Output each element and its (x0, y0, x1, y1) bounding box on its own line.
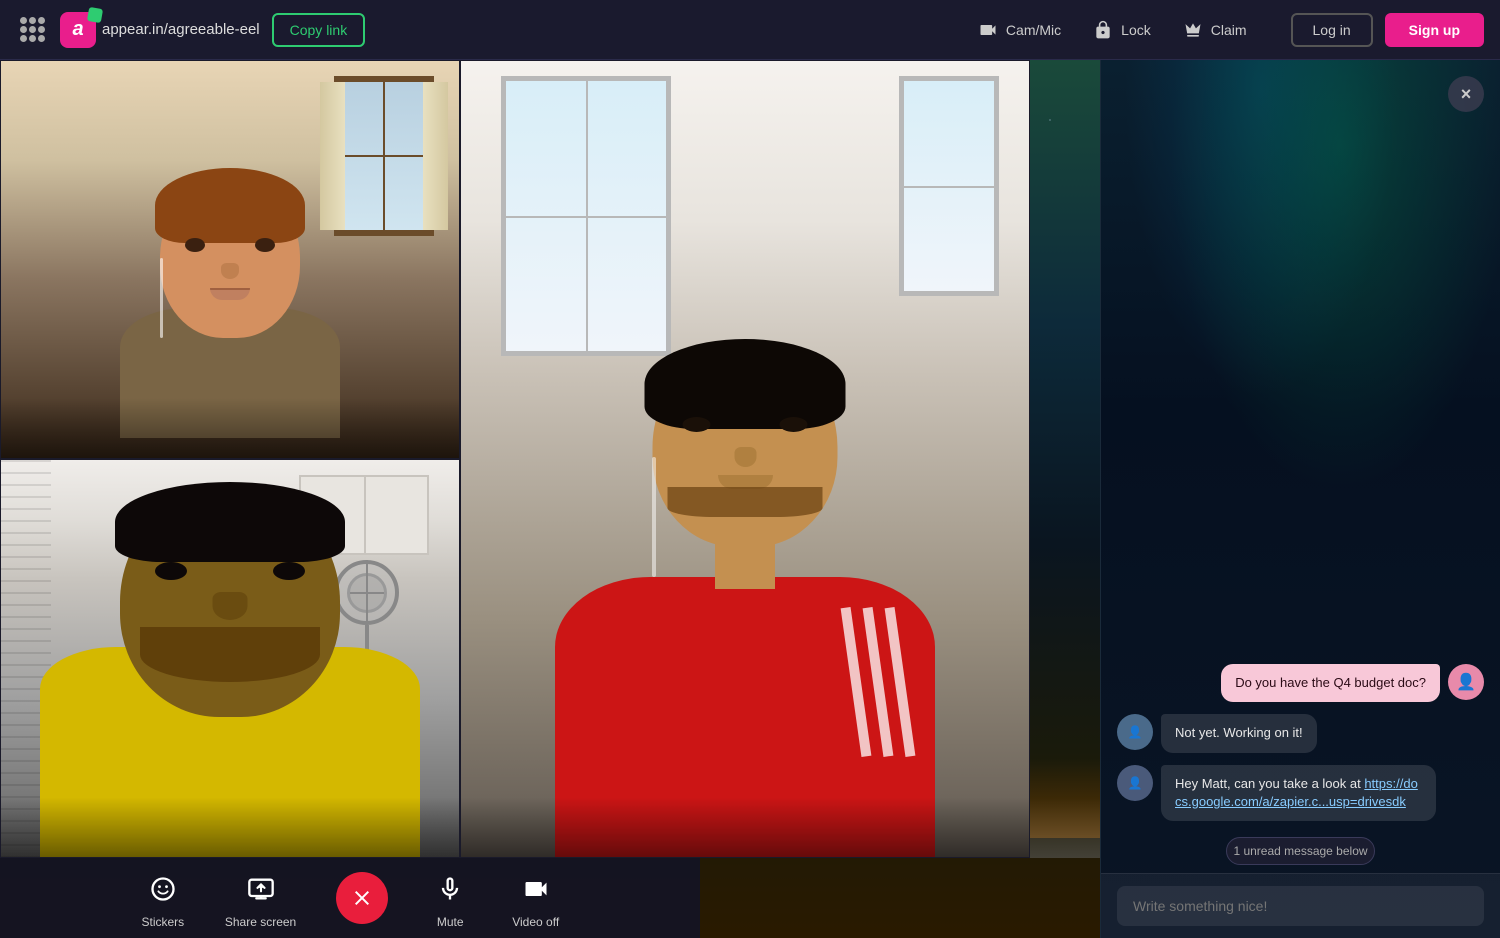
message-bubble-1: Do you have the Q4 budget doc? (1221, 664, 1440, 702)
grid-icon-btn[interactable] (16, 14, 48, 46)
video-area: Stickers Share screen (0, 60, 1100, 938)
message-bubble-3: Hey Matt, can you take a look at https:/… (1161, 765, 1436, 821)
sender-avatar-3: 👤 (1117, 765, 1153, 801)
cam-mic-label: Cam/Mic (1006, 22, 1061, 38)
mute-icon (428, 867, 472, 911)
share-screen-button[interactable]: Share screen (225, 867, 296, 929)
message-bubble-2: Not yet. Working on it! (1161, 714, 1317, 752)
copy-link-button[interactable]: Copy link (272, 13, 366, 47)
mute-button[interactable]: Mute (428, 867, 472, 929)
share-screen-icon (239, 867, 283, 911)
chat-message-1: 👤 Do you have the Q4 budget doc? (1117, 664, 1484, 702)
close-chat-button[interactable]: × (1448, 76, 1484, 112)
close-icon (350, 886, 374, 910)
person1-figure (110, 158, 350, 438)
sender-avatar-2: 👤 (1117, 714, 1153, 750)
login-button[interactable]: Log in (1291, 13, 1373, 47)
claim-action[interactable]: Claim (1183, 20, 1247, 40)
stickers-label: Stickers (142, 915, 185, 929)
sender-avatar-1: 👤 (1448, 664, 1484, 700)
video-cell-person3 (0, 459, 460, 858)
topbar-right: Log in Sign up (1291, 13, 1484, 47)
person2-figure (545, 297, 945, 857)
toolbar: Stickers Share screen (0, 858, 700, 938)
mute-label: Mute (437, 915, 464, 929)
logo-area[interactable]: a appear.in/agreeable-eel (60, 12, 260, 48)
chat-input[interactable] (1117, 886, 1484, 926)
chat-input-area (1101, 873, 1500, 938)
camera-icon (978, 20, 998, 40)
cam-mic-action[interactable]: Cam/Mic (978, 20, 1061, 40)
lock-icon (1093, 20, 1113, 40)
topbar-center: Cam/Mic Lock Claim (978, 20, 1247, 40)
topbar: a appear.in/agreeable-eel Copy link Cam/… (0, 0, 1500, 60)
chat-message-3: 👤 Hey Matt, can you take a look at https… (1117, 765, 1484, 821)
unread-banner[interactable]: 1 unread message below (1226, 837, 1374, 865)
video-cell-person2 (460, 60, 1030, 858)
message-text-3: Hey Matt, can you take a look at (1175, 776, 1364, 791)
signup-button[interactable]: Sign up (1385, 13, 1484, 47)
window-2b (899, 76, 999, 296)
crown-icon (1183, 20, 1203, 40)
unread-wrapper: 1 unread message below (1101, 837, 1500, 873)
stickers-button[interactable]: Stickers (141, 867, 185, 929)
lock-label: Lock (1121, 22, 1151, 38)
chat-message-2: 👤 Not yet. Working on it! (1117, 714, 1484, 752)
video-grid (0, 60, 1030, 858)
share-screen-label: Share screen (225, 915, 296, 929)
lock-action[interactable]: Lock (1093, 20, 1151, 40)
main-content: Stickers Share screen (0, 60, 1500, 938)
stickers-icon (141, 867, 185, 911)
video-off-icon (514, 867, 558, 911)
grid-icon (20, 17, 45, 42)
person3-figure (40, 459, 420, 857)
claim-label: Claim (1211, 22, 1247, 38)
video-off-button[interactable]: Video off (512, 867, 559, 929)
chat-messages: 👤 Do you have the Q4 budget doc? 👤 Not y… (1101, 60, 1500, 837)
video-off-label: Video off (512, 915, 559, 929)
chat-panel: × 👤 Do you have the Q4 budget doc? 👤 Not… (1100, 60, 1500, 938)
video-cell-person1 (0, 60, 460, 459)
logo-url[interactable]: appear.in/agreeable-eel (102, 21, 260, 38)
logo-icon: a (60, 12, 96, 48)
end-call-button[interactable] (336, 872, 388, 924)
